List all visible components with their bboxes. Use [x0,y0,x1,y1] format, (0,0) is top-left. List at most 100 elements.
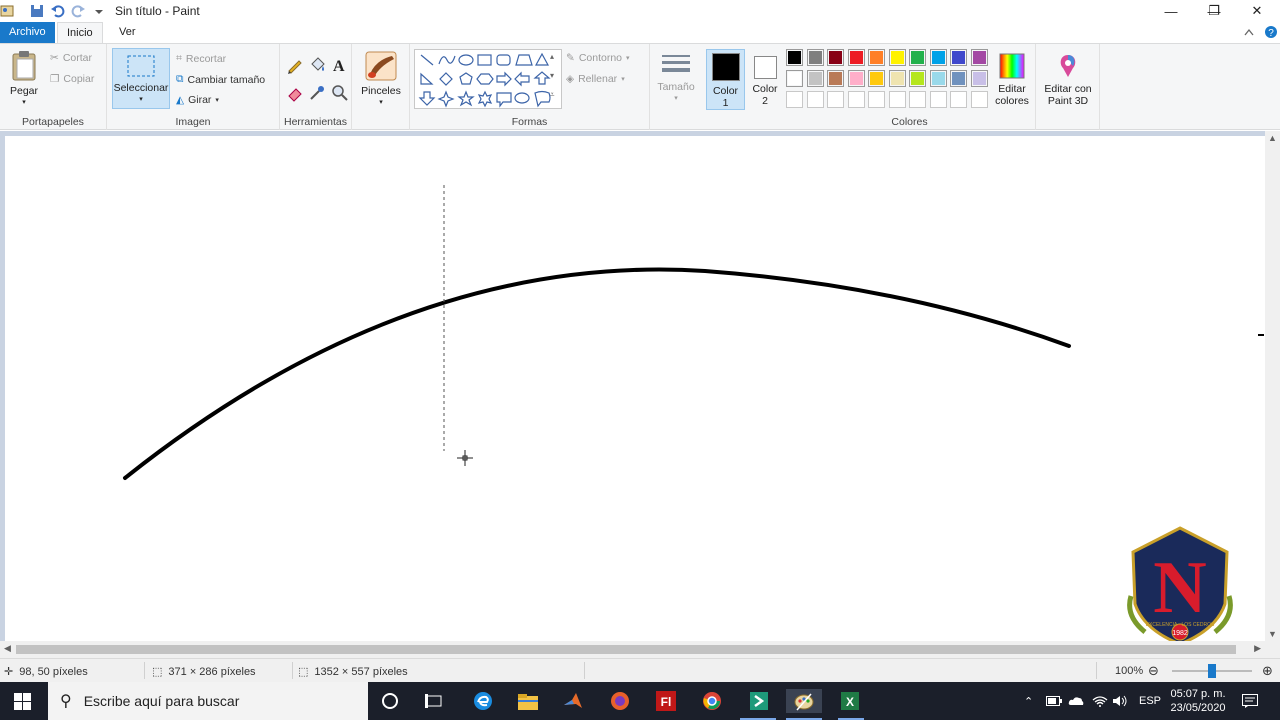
palette-swatch[interactable] [929,70,947,87]
taskbar-search-box[interactable]: ⚲ Escribe aquí para buscar [48,682,368,720]
copy-button[interactable]: ❐ Copiar [50,73,94,85]
clock[interactable]: 05:07 p. m. 23/05/2020 [1166,682,1230,720]
select-button[interactable]: Seleccionar ▾ [112,48,170,109]
scroll-down-icon[interactable]: ▼ [1268,629,1277,639]
palette-swatch[interactable] [868,49,885,66]
pencil-icon[interactable] [286,56,304,74]
edit-colors-button[interactable]: Editar colores [992,52,1032,107]
vertical-scrollbar[interactable]: ▲ ▼ [1265,131,1280,641]
excel-icon[interactable]: X [838,689,862,713]
paint-taskbar-icon[interactable] [786,689,822,713]
brushes-button[interactable]: Pinceles ▾ [358,50,404,109]
flash-icon[interactable]: Fl [654,689,678,713]
palette-empty-swatch[interactable] [786,91,803,108]
app-launcher-icon[interactable] [747,689,771,713]
paste-dropdown-icon[interactable]: ▾ [6,97,42,109]
tab-ver[interactable]: Ver [110,22,145,43]
zoom-in-icon[interactable]: ⊕ [1262,663,1273,679]
image-size: ⬚ 1352 × 557 píxeles [298,665,408,679]
wifi-icon[interactable] [1092,682,1108,720]
palette-empty-swatch[interactable] [806,91,824,108]
outline-button[interactable]: ✎ Contorno ▾ [566,52,630,64]
scroll-up-icon[interactable]: ▲ [1268,133,1277,143]
palette-empty-swatch[interactable] [868,91,885,108]
palette-swatch[interactable] [786,70,803,87]
zoom-out-icon[interactable]: ⊖ [1148,663,1159,679]
color2-button[interactable]: Color 2 [746,49,784,110]
horizontal-scrollbar[interactable]: ◀ ▶ [0,641,1265,658]
palette-empty-swatch[interactable] [970,91,988,108]
paste-button[interactable]: Pegar ▾ [6,50,42,109]
fill-bucket-icon[interactable] [308,56,326,74]
palette-empty-swatch[interactable] [929,91,947,108]
shapes-scroll-down-icon[interactable]: ▾ [550,71,554,80]
palette-swatch[interactable] [950,49,967,66]
select-dropdown-icon[interactable]: ▾ [113,94,169,106]
windows-start-icon[interactable] [14,693,31,710]
palette-swatch[interactable] [847,49,865,66]
tab-archivo[interactable]: Archivo [0,22,55,43]
volume-icon[interactable] [1112,682,1128,720]
palette-swatch[interactable] [970,49,988,66]
tab-inicio[interactable]: Inicio [57,22,103,43]
palette-swatch[interactable] [888,70,906,87]
collapse-ribbon-icon[interactable] [1244,28,1254,36]
palette-swatch[interactable] [827,49,844,66]
help-icon[interactable]: ? [1264,25,1278,39]
restore-button[interactable]: ❐ [1191,0,1237,22]
palette-swatch[interactable] [806,70,824,87]
cut-button[interactable]: ✂ Cortar [50,52,92,64]
text-tool-icon[interactable]: A [331,56,349,74]
close-button[interactable]: ✕ [1234,0,1280,22]
palette-swatch[interactable] [909,49,926,66]
firefox-icon[interactable] [608,689,632,713]
palette-empty-swatch[interactable] [909,91,926,108]
task-view-icon[interactable] [422,689,446,713]
battery-icon[interactable] [1046,682,1062,720]
show-hidden-icons[interactable]: ⌃ [1024,682,1033,720]
size-button[interactable]: Tamaño ▾ [653,52,699,105]
minimize-button-main[interactable]: — [1148,0,1194,22]
palette-empty-swatch[interactable] [827,91,844,108]
palette-empty-swatch[interactable] [950,91,967,108]
palette-empty-swatch[interactable] [847,91,865,108]
horizontal-scroll-thumb[interactable] [16,645,1236,654]
matlab-icon[interactable] [561,689,585,713]
canvas-resize-handle-icon[interactable] [1258,329,1265,341]
eraser-icon[interactable] [286,84,304,102]
edit-with-paint3d-button[interactable]: Editar con Paint 3D [1038,52,1098,107]
color-picker-icon[interactable] [308,84,326,102]
file-explorer-icon[interactable] [516,689,540,713]
palette-swatch[interactable] [970,70,988,87]
palette-swatch[interactable] [868,70,885,87]
palette-empty-swatch[interactable] [888,91,906,108]
edge-browser-icon[interactable] [471,689,495,713]
cortana-icon[interactable] [378,689,402,713]
crop-button[interactable]: ⌗ Recortar [176,52,226,65]
chrome-icon[interactable] [700,689,724,713]
notifications-icon[interactable] [1242,682,1258,720]
palette-swatch[interactable] [950,70,967,87]
palette-swatch[interactable] [909,70,926,87]
shapes-scroll-up-icon[interactable]: ▴ [550,52,554,61]
onedrive-icon[interactable] [1068,682,1084,720]
shapes-gallery[interactable] [414,49,562,109]
drawing-canvas[interactable]: N 1982 EXCELENCIA · LOS CEDROS [5,136,1265,646]
magnifier-icon[interactable] [331,84,349,102]
palette-swatch[interactable] [806,49,824,66]
scroll-right-icon[interactable]: ▶ [1254,643,1261,654]
palette-swatch[interactable] [888,49,906,66]
palette-swatch[interactable] [847,70,865,87]
rotate-button[interactable]: ◭ Girar ▾ [176,94,219,106]
fill-button[interactable]: ◈ Rellenar ▾ [566,73,625,85]
zoom-slider-thumb[interactable] [1208,664,1216,678]
color1-button[interactable]: Color 1 [706,49,745,110]
palette-swatch[interactable] [827,70,844,87]
input-language[interactable]: ESP [1139,682,1161,720]
palette-swatch[interactable] [786,49,803,66]
palette-swatch[interactable] [929,49,947,66]
brushes-dropdown-icon[interactable]: ▾ [358,97,404,109]
resize-button[interactable]: ⧉ Cambiar tamaño [176,73,265,86]
shapes-expand-icon[interactable]: ⩡ [550,90,555,100]
scroll-left-icon[interactable]: ◀ [4,643,11,654]
